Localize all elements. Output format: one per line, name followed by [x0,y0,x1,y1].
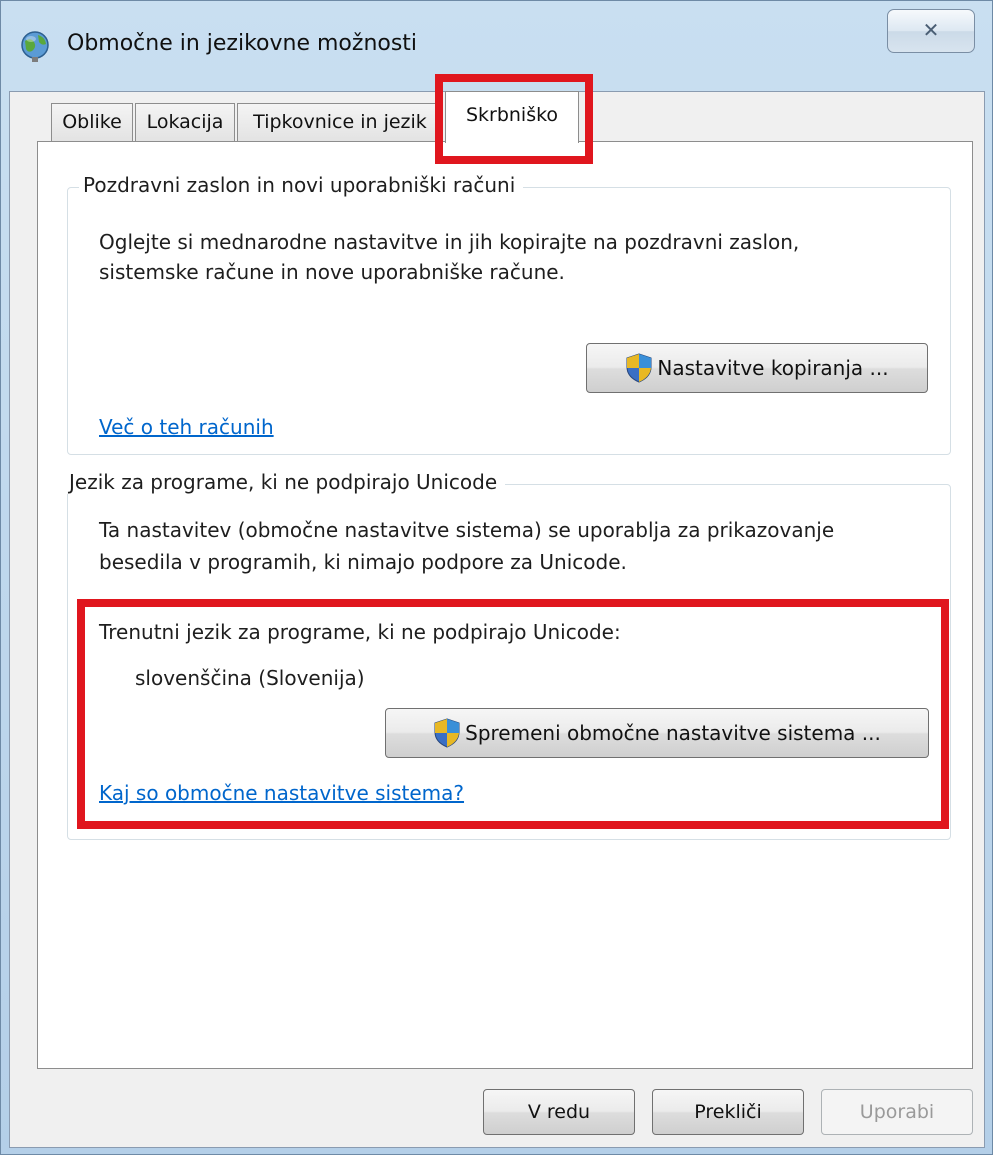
close-icon: ✕ [922,18,940,42]
cancel-label: Prekliči [694,1101,762,1123]
unicode-group-title: Jezik za programe, ki ne podpirajo Unico… [65,470,506,494]
copy-settings-label: Nastavitve kopiranja ... [657,356,889,380]
window-title: Območne in jezikovne možnosti [67,31,418,56]
welcome-group-title: Pozdravni zaslon in novi uporabniški rač… [79,173,524,197]
dialog-window: Območne in jezikovne možnosti ✕ Oblike L… [0,0,993,1155]
tab-label: Lokacija [146,111,224,133]
unicode-description-line1: Ta nastavitev (območne nastavitve sistem… [99,518,835,542]
tab-lokacija[interactable]: Lokacija [135,103,235,141]
apply-label: Uporabi [859,1101,935,1123]
tab-highlight-box [435,74,593,164]
tab-label: Tipkovnice in jezik [253,111,427,133]
accounts-info-link[interactable]: Več o teh računih [99,415,274,439]
cancel-button[interactable]: Prekliči [652,1089,804,1135]
ok-button[interactable]: V redu [483,1089,635,1135]
close-button[interactable]: ✕ [887,9,975,53]
welcome-description-line2: sistemske račune in nove uporabniške rač… [99,260,565,284]
tab-label: Oblike [62,111,122,133]
uac-shield-icon [626,353,652,383]
apply-button[interactable]: Uporabi [821,1089,973,1135]
ok-label: V redu [527,1101,591,1123]
locale-highlight-box [77,599,949,829]
unicode-description-line2: besedila v programih, ki nimajo podpore … [99,550,627,574]
welcome-description-line1: Oglejte si mednarodne nastavitve in jih … [99,230,800,254]
copy-settings-button[interactable]: Nastavitve kopiranja ... [586,343,928,393]
globe-icon [19,29,53,63]
tab-oblike[interactable]: Oblike [51,103,133,141]
tab-tipkovnice-in-jezik[interactable]: Tipkovnice in jezik [237,103,443,141]
